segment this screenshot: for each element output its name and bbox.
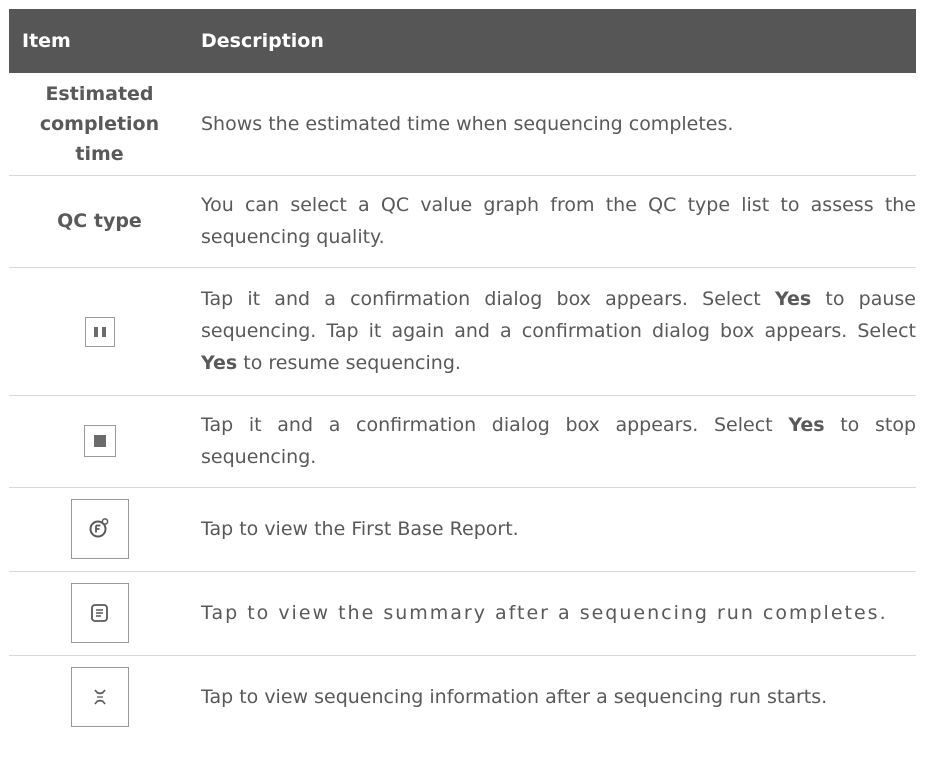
- summary-document-icon: [70, 583, 129, 643]
- row-description: Tap to view the summary after a sequenci…: [190, 571, 916, 656]
- row-description: Tap to view the First Base Report.: [190, 487, 916, 572]
- table-header-row: Item Description: [9, 9, 916, 73]
- header-item: Item: [9, 9, 190, 73]
- row-description: Tap to view sequencing information after…: [201, 686, 828, 709]
- yes-keyword: Yes: [774, 288, 812, 310]
- table-row: Tap to view the summary after a sequenci…: [9, 571, 916, 656]
- table-row: QC type You can select a QC value graph …: [9, 175, 916, 268]
- row-description: Shows the estimated time when sequencing…: [190, 73, 916, 176]
- row-item-sequencing-info: [9, 655, 190, 739]
- dna-icon: [70, 667, 129, 728]
- table-row: Estimated completion time Shows the esti…: [9, 73, 916, 176]
- yes-keyword: Yes: [201, 352, 238, 374]
- table-row: Tap to view sequencing information after…: [9, 655, 916, 739]
- stop-icon: [83, 425, 116, 458]
- header-description: Description: [190, 9, 916, 73]
- table-row: Tap it and a confirmation dialog box app…: [9, 267, 916, 396]
- table-row: Tap to view the First Base Report.: [9, 487, 916, 572]
- row-item-first-base-report: [9, 487, 190, 572]
- row-description: You can select a QC value graph from the…: [190, 175, 916, 268]
- row-item-pause: [9, 267, 190, 396]
- first-base-report-icon: [70, 499, 129, 559]
- row-item-estimated-completion-time: Estimated completion time: [9, 73, 190, 176]
- row-item-qc-type: QC type: [9, 175, 190, 268]
- pause-icon: [84, 316, 115, 347]
- row-description: Tap it and a confirmation dialog box app…: [190, 267, 916, 396]
- table-row: Tap it and a confirmation dialog box app…: [9, 395, 916, 488]
- row-item-summary: [9, 571, 190, 656]
- description-table: Item Description Estimated completion ti…: [9, 9, 916, 739]
- row-item-stop: [9, 395, 190, 488]
- yes-keyword: Yes: [788, 414, 825, 436]
- row-description: Tap it and a confirmation dialog box app…: [190, 395, 916, 488]
